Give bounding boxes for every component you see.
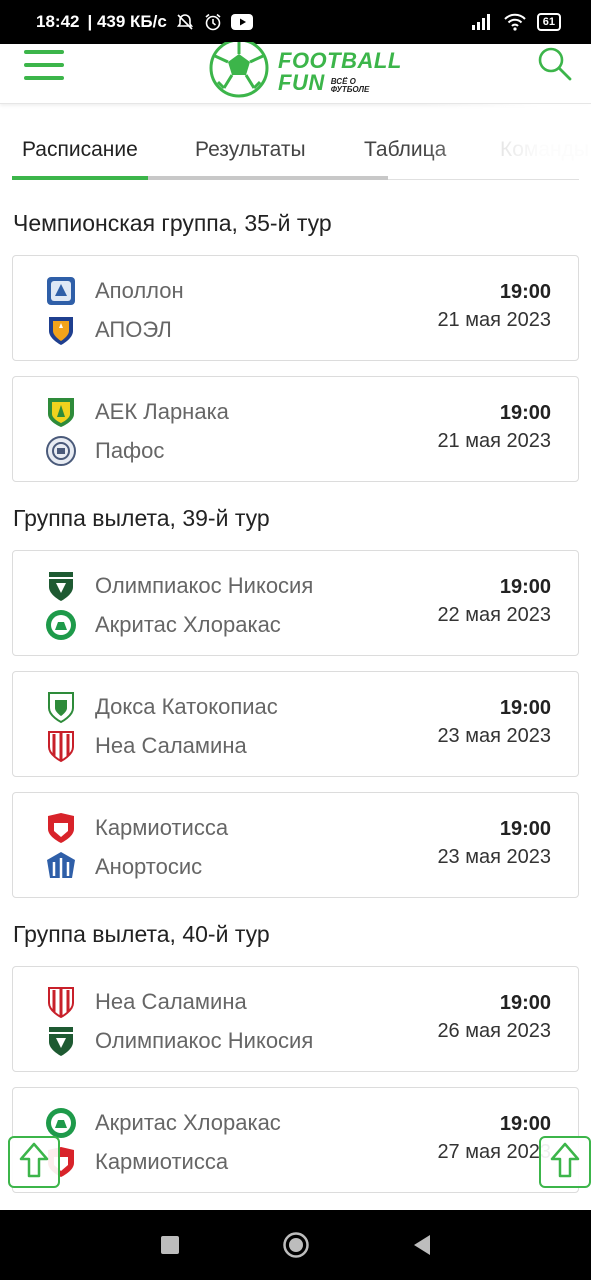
- home-circle-icon[interactable]: [278, 1227, 314, 1263]
- away-team-name: Неа Саламина: [95, 733, 247, 758]
- wifi-icon: [503, 13, 527, 31]
- match-card[interactable]: АЕК Ларнака Пафос 19:00 21 мая 2023: [12, 376, 579, 482]
- system-nav-bar: [0, 1210, 591, 1280]
- match-time: 19:00: [499, 576, 551, 598]
- match-date: 23 мая 2023: [437, 846, 551, 868]
- soccer-ball-icon: [208, 38, 270, 103]
- scroll-top-left-button[interactable]: [8, 1136, 60, 1188]
- match-card[interactable]: Аполлон АПОЭЛ 19:00 21 мая 2023: [12, 255, 579, 361]
- tab-active-indicator: [12, 176, 148, 180]
- alarm-icon: [203, 12, 223, 32]
- nea-salamina-crest-icon: [45, 985, 77, 1019]
- match-date: 21 мая 2023: [437, 430, 551, 452]
- status-network-speed: | 439 КБ/с: [87, 12, 167, 31]
- akritas-chlorakas-crest-icon: [45, 1106, 77, 1140]
- logo-tagline-2: ФУТБОЛЕ: [330, 85, 370, 94]
- away-team-name: АПОЭЛ: [95, 317, 172, 342]
- match-date: 26 мая 2023: [437, 1020, 551, 1042]
- back-triangle-icon[interactable]: [404, 1227, 440, 1263]
- group-title: Группа вылета, 40-й тур: [13, 921, 270, 947]
- signal-icon: [471, 13, 493, 31]
- pafos-crest-icon: [45, 434, 77, 468]
- match-date: 23 мая 2023: [437, 725, 551, 747]
- scroll-top-right-button[interactable]: [539, 1136, 591, 1188]
- status-bar: 18:42 | 439 КБ/с 61: [0, 0, 591, 44]
- home-team-name: Акритас Хлоракас: [95, 1110, 281, 1135]
- match-time: 19:00: [499, 402, 551, 424]
- doxa-katokopias-crest-icon: [45, 690, 77, 724]
- app-header: FOOTBALL FUN ВСЁ О ФУТБОЛЕ: [0, 38, 591, 104]
- arrow-up-icon: [550, 1142, 580, 1183]
- tab-bar: Расписание Результаты Таблица Команды: [0, 104, 591, 186]
- away-team-name: Кармиотисса: [95, 1149, 229, 1174]
- olympiakos-nicosia-crest-icon: [45, 569, 77, 603]
- apoel-crest-icon: [45, 313, 77, 347]
- home-team-name: Докса Катокопиас: [95, 694, 278, 719]
- match-card[interactable]: Неа Саламина Олимпиакос Никосия 19:00 26…: [12, 966, 579, 1072]
- youtube-icon: [230, 14, 253, 30]
- group-title: Группа вылета, 39-й тур: [13, 505, 270, 531]
- nea-salamina-crest-icon: [45, 729, 77, 763]
- home-team-name: Неа Саламина: [95, 989, 247, 1014]
- match-card[interactable]: Кармиотисса Анортосис 19:00 23 мая 2023: [12, 792, 579, 898]
- away-team-name: Акритас Хлоракас: [95, 612, 281, 637]
- match-card[interactable]: Акритас Хлоракас Кармиотисса 19:00 27 ма…: [12, 1087, 579, 1193]
- match-time: 19:00: [499, 281, 551, 303]
- aek-larnaca-crest-icon: [45, 395, 77, 429]
- match-card[interactable]: Докса Катокопиас Неа Саламина 19:00 23 м…: [12, 671, 579, 777]
- home-team-name: Аполлон: [95, 278, 184, 303]
- home-team-name: Кармиотисса: [95, 815, 229, 840]
- site-logo[interactable]: FOOTBALL FUN ВСЁ О ФУТБОЛЕ: [208, 38, 401, 103]
- hamburger-menu-icon[interactable]: [24, 48, 66, 82]
- recents-square-icon[interactable]: [152, 1227, 188, 1263]
- anorthosis-crest-icon: [45, 850, 77, 884]
- notifications-off-icon: [175, 12, 195, 32]
- logo-title-line1: FOOTBALL: [278, 48, 402, 73]
- match-time: 19:00: [499, 697, 551, 719]
- logo-title-line2: FUN: [278, 70, 325, 95]
- tab-schedule[interactable]: Расписание: [22, 138, 138, 162]
- tab-teams[interactable]: Команды: [500, 138, 589, 162]
- karmiotissa-crest-icon: [45, 811, 77, 845]
- arrow-up-icon: [19, 1142, 49, 1183]
- group-title: Чемпионская группа, 35-й тур: [13, 210, 332, 236]
- status-time: 18:42: [36, 12, 80, 31]
- apollon-crest-icon: [45, 274, 77, 308]
- match-time: 19:00: [499, 992, 551, 1014]
- match-time: 19:00: [499, 1113, 551, 1135]
- match-date: 21 мая 2023: [437, 309, 551, 331]
- match-date: 27 мая 2023: [437, 1141, 551, 1163]
- away-team-name: Анортосис: [95, 854, 203, 879]
- match-date: 22 мая 2023: [437, 604, 551, 626]
- away-team-name: Олимпиакос Никосия: [95, 1028, 314, 1053]
- home-team-name: Олимпиакос Никосия: [95, 573, 314, 598]
- akritas-chlorakas-crest-icon: [45, 608, 77, 642]
- search-icon[interactable]: [537, 46, 573, 82]
- match-card[interactable]: Олимпиакос Никосия Акритас Хлоракас 19:0…: [12, 550, 579, 656]
- tab-table[interactable]: Таблица: [364, 138, 446, 162]
- olympiakos-nicosia-crest-icon: [45, 1024, 77, 1058]
- battery-icon: 61: [536, 13, 561, 31]
- tab-results[interactable]: Результаты: [195, 138, 306, 162]
- away-team-name: Пафос: [95, 438, 165, 463]
- home-team-name: АЕК Ларнака: [95, 399, 229, 424]
- match-time: 19:00: [499, 818, 551, 840]
- tab-divider: [388, 179, 579, 180]
